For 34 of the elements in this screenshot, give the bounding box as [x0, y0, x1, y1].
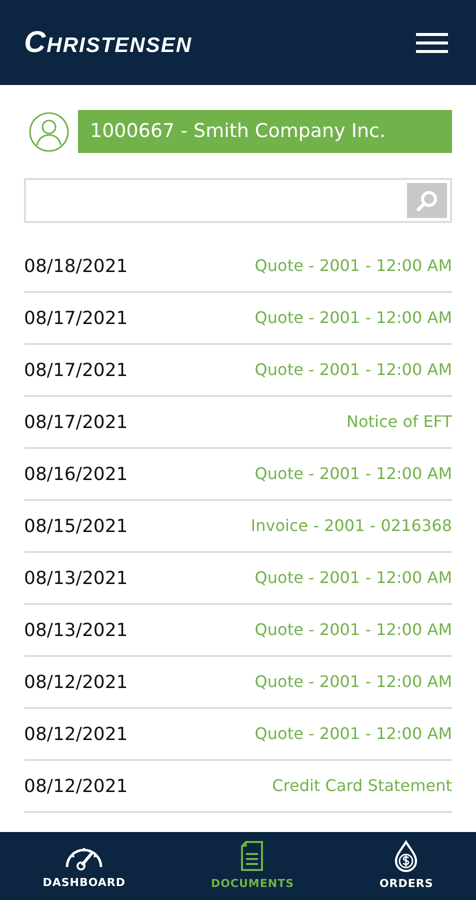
- document-date: 08/15/2021: [24, 514, 128, 538]
- document-link[interactable]: Quote - 2001 - 12:00 AM: [254, 462, 452, 486]
- document-link[interactable]: Invoice - 2001 - 0216368: [250, 514, 452, 538]
- document-link[interactable]: Quote - 2001 - 12:00 AM: [254, 618, 452, 642]
- search-icon: [415, 188, 439, 212]
- nav-tab[interactable]: DASHBOARD: [32, 834, 136, 898]
- document-link[interactable]: Quote - 2001 - 12:00 AM: [254, 306, 452, 330]
- document-link[interactable]: Quote - 2001 - 12:00 AM: [254, 670, 452, 694]
- document-link[interactable]: Quote - 2001 - 12:00 AM: [254, 566, 452, 590]
- search-field[interactable]: [24, 178, 452, 223]
- document-link[interactable]: Quote - 2001 - 12:00 AM: [254, 358, 452, 382]
- logo: Christensen: [24, 25, 192, 61]
- document-date: 08/12/2021: [24, 722, 128, 746]
- document-date: 08/17/2021: [24, 410, 128, 434]
- money-drop-icon: [393, 840, 420, 872]
- document-date: 08/12/2021: [24, 774, 128, 798]
- document-link[interactable]: Credit Card Statement: [272, 774, 452, 798]
- customer-bar[interactable]: 1000667 - Smith Company Inc.: [78, 110, 452, 153]
- user-icon: [28, 110, 70, 152]
- document-date: 08/12/2021: [24, 670, 128, 694]
- search-button[interactable]: [407, 183, 447, 218]
- document-link[interactable]: Quote - 2001 - 12:00 AM: [254, 254, 452, 278]
- document-date: 08/13/2021: [24, 566, 128, 590]
- document-date: 08/18/2021: [24, 254, 128, 278]
- document-date: 08/17/2021: [24, 306, 128, 330]
- document-date: 08/13/2021: [24, 618, 128, 642]
- nav-tab[interactable]: ORDERS: [369, 834, 444, 898]
- document-icon: [239, 840, 266, 872]
- document-date: 08/16/2021: [24, 462, 128, 486]
- nav-tab[interactable]: DOCUMENTS: [200, 834, 304, 898]
- document-link[interactable]: Notice of EFT: [346, 410, 452, 434]
- menu-icon: [416, 32, 448, 54]
- document-link[interactable]: Quote - 2001 - 12:00 AM: [254, 722, 452, 746]
- document-date: 08/17/2021: [24, 358, 128, 382]
